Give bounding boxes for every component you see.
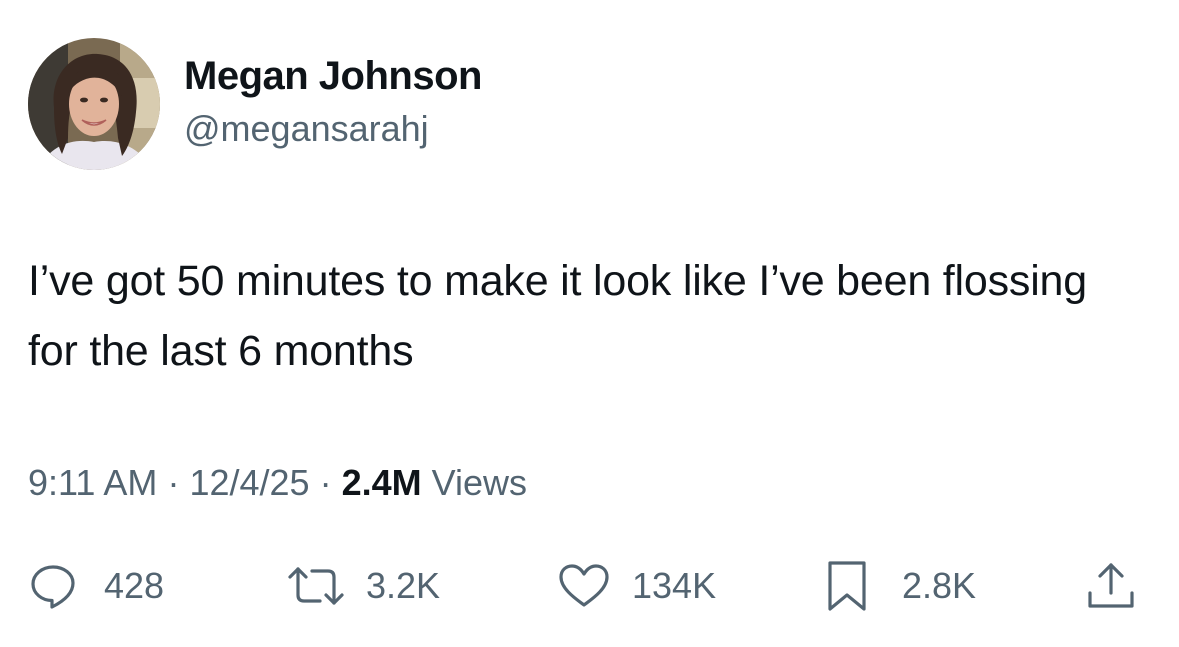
views-count[interactable]: 2.4M <box>342 462 422 503</box>
like-count: 134K <box>632 565 717 606</box>
repost-count: 3.2K <box>366 565 441 606</box>
meta-separator: · <box>319 462 332 503</box>
tweet-card: Megan Johnson @megansarahj I’ve got 50 m… <box>0 0 1179 647</box>
like-button[interactable]: 134K <box>556 556 716 616</box>
author-handle[interactable]: @megansarahj <box>184 108 429 150</box>
share-button[interactable] <box>1084 556 1138 616</box>
reply-count: 428 <box>104 565 165 606</box>
meta-separator: · <box>167 462 180 503</box>
reply-bubble-icon <box>31 565 75 609</box>
author-display-name[interactable]: Megan Johnson <box>184 54 482 99</box>
avatar-photo-icon <box>28 38 160 170</box>
views-label[interactable]: Views <box>432 462 527 503</box>
tweet-actions: 428 3.2K 134K 2.8K <box>0 556 1179 616</box>
bookmark-button[interactable]: 2.8K <box>824 556 976 616</box>
tweet-text: I’ve got 50 minutes to make it look like… <box>28 257 1087 375</box>
tweet-time[interactable]: 9:11 AM <box>28 462 157 503</box>
tweet-date[interactable]: 12/4/25 <box>189 462 309 503</box>
tweet-meta: 9:11 AM · 12/4/25 · 2.4M Views <box>28 462 527 504</box>
share-upload-icon <box>1088 563 1134 608</box>
bookmark-count: 2.8K <box>902 565 977 606</box>
bookmark-icon <box>828 561 866 611</box>
repost-button[interactable]: 3.2K <box>286 556 440 616</box>
reply-button[interactable]: 428 <box>28 556 164 616</box>
author-avatar[interactable] <box>28 38 160 170</box>
heart-icon <box>559 564 609 607</box>
repost-arrows-icon <box>288 567 344 605</box>
